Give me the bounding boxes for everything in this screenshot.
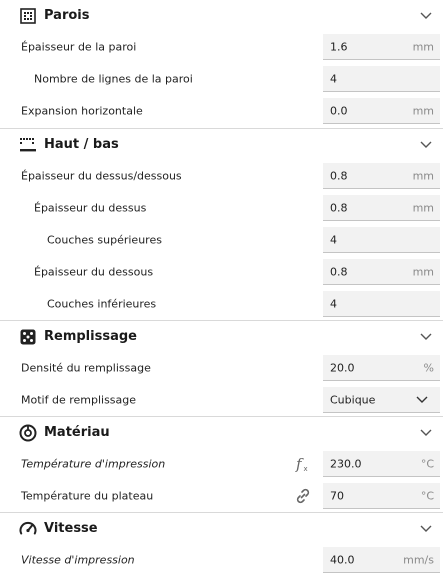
setting-row-wall-thickness: Épaisseur de la paroi 1.6 mm	[0, 31, 443, 63]
field-unit: °C	[420, 489, 434, 502]
section-title-top-bottom: Haut / bas	[44, 137, 119, 152]
field-value: 0.8	[330, 265, 348, 278]
setting-row-bottom-thickness: Épaisseur du dessous 0.8 mm	[0, 256, 443, 288]
field-value: 4	[330, 233, 337, 246]
setting-row-infill-pattern: Motif de remplissage Cubique	[0, 384, 443, 416]
walls-icon	[19, 7, 37, 25]
top-layers-input[interactable]: 4	[323, 227, 440, 253]
setting-label: Couches supérieures	[47, 233, 162, 247]
setting-row-horizontal-expansion: Expansion horizontale 0.0 mm	[0, 95, 443, 127]
section-title-walls: Parois	[44, 8, 90, 23]
chevron-down-icon[interactable]	[419, 9, 433, 23]
bottom-thickness-input[interactable]: 0.8 mm	[323, 259, 440, 285]
setting-label: Couches inférieures	[47, 297, 157, 311]
setting-row-bottom-layers: Couches inférieures 4	[0, 288, 443, 320]
select-value: Cubique	[330, 393, 376, 406]
section-header-walls[interactable]: Parois	[0, 0, 443, 31]
wall-line-count-input[interactable]: 4	[323, 66, 440, 92]
field-unit: °C	[420, 457, 434, 470]
wall-thickness-input[interactable]: 1.6 mm	[323, 34, 440, 60]
setting-label: Nombre de lignes de la paroi	[34, 72, 193, 86]
material-icon	[19, 424, 37, 442]
setting-row-top-bottom-thickness: Épaisseur du dessus/dessous 0.8 mm	[0, 160, 443, 192]
setting-label: Épaisseur de la paroi	[21, 40, 137, 54]
section-title-material: Matériau	[44, 425, 110, 440]
bottom-layers-input[interactable]: 4	[323, 291, 440, 317]
field-value: 4	[330, 297, 337, 310]
setting-label: Température d'impression	[21, 457, 166, 471]
chevron-down-icon[interactable]	[419, 138, 433, 152]
field-value: 230.0	[330, 457, 362, 470]
section-header-top-bottom[interactable]: Haut / bas	[0, 129, 443, 160]
section-title-infill: Remplissage	[44, 329, 137, 344]
chevron-down-icon[interactable]	[419, 522, 433, 536]
field-value: 0.8	[330, 201, 348, 214]
field-unit: mm	[412, 201, 434, 214]
field-unit: mm	[412, 169, 434, 182]
field-value: 0.8	[330, 169, 348, 182]
setting-row-infill-density: Densité du remplissage 20.0 %	[0, 352, 443, 384]
speed-icon	[19, 520, 37, 538]
setting-label: Épaisseur du dessus/dessous	[21, 169, 182, 183]
setting-label: Température du plateau	[21, 489, 154, 503]
setting-row-print-temperature: Température d'impression fx 230.0 °C	[0, 448, 443, 480]
field-unit: mm	[412, 104, 434, 117]
infill-pattern-select[interactable]: Cubique	[323, 387, 440, 413]
field-unit: mm/s	[403, 553, 434, 566]
chevron-down-icon[interactable]	[419, 330, 433, 344]
top-bottom-icon	[19, 136, 37, 154]
section-title-speed: Vitesse	[44, 521, 98, 536]
link-icon[interactable]	[294, 487, 312, 505]
setting-row-print-speed: Vitesse d'impression 40.0 mm/s	[0, 544, 443, 576]
field-value: 20.0	[330, 361, 355, 374]
bed-temperature-input[interactable]: 70 °C	[323, 483, 440, 509]
field-value: 4	[330, 72, 337, 85]
setting-label: Motif de remplissage	[21, 393, 137, 407]
setting-row-wall-line-count: Nombre de lignes de la paroi 4	[0, 63, 443, 95]
setting-row-top-thickness: Épaisseur du dessus 0.8 mm	[0, 192, 443, 224]
top-bottom-thickness-input[interactable]: 0.8 mm	[323, 163, 440, 189]
setting-label: Vitesse d'impression	[21, 553, 135, 567]
setting-label: Densité du remplissage	[21, 361, 151, 375]
svg-text:x: x	[304, 465, 308, 473]
field-unit: mm	[412, 40, 434, 53]
field-value: 40.0	[330, 553, 355, 566]
setting-label: Épaisseur du dessous	[34, 265, 154, 279]
field-value: 1.6	[330, 40, 348, 53]
section-header-infill[interactable]: Remplissage	[0, 321, 443, 352]
setting-row-top-layers: Couches supérieures 4	[0, 224, 443, 256]
setting-label: Expansion horizontale	[21, 104, 143, 118]
top-thickness-input[interactable]: 0.8 mm	[323, 195, 440, 221]
field-value: 0.0	[330, 104, 348, 117]
horizontal-expansion-input[interactable]: 0.0 mm	[323, 98, 440, 124]
setting-row-bed-temperature: Température du plateau 70 °C	[0, 480, 443, 512]
infill-icon	[19, 328, 37, 346]
chevron-down-icon[interactable]	[419, 426, 433, 440]
field-value: 70	[330, 489, 344, 502]
formula-icon[interactable]: fx	[294, 455, 312, 473]
section-header-material[interactable]: Matériau	[0, 417, 443, 448]
print-speed-input[interactable]: 40.0 mm/s	[323, 547, 440, 573]
print-temperature-input[interactable]: 230.0 °C	[323, 451, 440, 477]
section-header-speed[interactable]: Vitesse	[0, 513, 443, 544]
field-unit: %	[423, 361, 434, 374]
chevron-down-icon	[416, 394, 428, 406]
settings-panel: Parois Épaisseur de la paroi 1.6 mm Nomb…	[0, 0, 443, 577]
infill-density-input[interactable]: 20.0 %	[323, 355, 440, 381]
field-unit: mm	[412, 265, 434, 278]
setting-label: Épaisseur du dessus	[34, 201, 147, 215]
